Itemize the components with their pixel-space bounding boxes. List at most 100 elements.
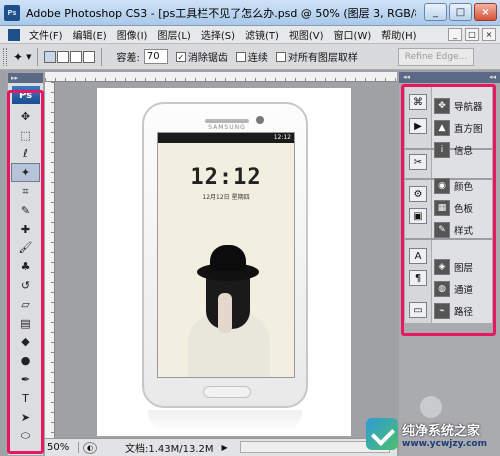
- tools-panel-header[interactable]: ▸▸: [8, 73, 43, 83]
- anti-alias-checkbox[interactable]: ✓ 消除锯齿: [175, 49, 228, 64]
- divider: [101, 47, 103, 66]
- menu-layer[interactable]: 图层(L): [152, 27, 195, 42]
- menu-select[interactable]: 选择(S): [196, 27, 240, 42]
- selection-mode-group: [44, 50, 96, 63]
- type-tool[interactable]: T: [8, 389, 43, 408]
- menu-image[interactable]: 图像(I): [112, 27, 153, 42]
- collapse-strip-icon[interactable]: ◂◂: [403, 72, 410, 83]
- crop-tool[interactable]: ⌗: [8, 182, 43, 201]
- sample-all-layers-checkbox[interactable]: 对所有图层取样: [275, 49, 358, 64]
- doc-close-button[interactable]: ×: [482, 28, 496, 41]
- phone-camera: [256, 116, 264, 124]
- move-tool[interactable]: ✥: [8, 107, 43, 126]
- hat-crown: [210, 245, 246, 271]
- menu-view[interactable]: 视图(V): [284, 27, 329, 42]
- paragraph-icon[interactable]: ¶: [409, 270, 427, 286]
- phone-status-time: 12:12: [158, 133, 294, 143]
- menu-edit[interactable]: 编辑(E): [68, 27, 112, 42]
- menu-help[interactable]: 帮助(H): [376, 27, 421, 42]
- minimize-button[interactable]: _: [424, 3, 447, 21]
- phone-home-button: [203, 386, 251, 398]
- panel-label: 样式: [454, 226, 474, 237]
- tolerance-input[interactable]: 70: [143, 49, 168, 64]
- checkbox-unchecked[interactable]: [235, 51, 246, 62]
- blur-tool[interactable]: ◆: [8, 333, 43, 352]
- options-bar: ✦ ▼ 容差: 70 ✓ 消除锯齿 连续 对所有图层取样 Refine Edge…: [0, 44, 500, 70]
- layer-comps-icon[interactable]: ▣: [409, 208, 427, 224]
- lasso-tool[interactable]: ℓ: [8, 145, 43, 164]
- photoshop-logo[interactable]: Ps: [11, 86, 40, 104]
- panel-label: 颜色: [454, 182, 474, 193]
- woman-arm: [218, 293, 232, 333]
- healing-brush-tool[interactable]: ✚: [8, 220, 43, 239]
- swatches-icon: ▦: [434, 200, 450, 216]
- info-icon: i: [434, 142, 450, 158]
- notes-icon[interactable]: ▭: [409, 302, 427, 318]
- zoom-level[interactable]: 50%: [45, 442, 79, 453]
- slice-tool[interactable]: ✎: [8, 201, 43, 220]
- refine-edge-button[interactable]: Refine Edge...: [398, 48, 474, 66]
- panel-styles[interactable]: ✎ 样式: [434, 219, 473, 241]
- panel-navigator[interactable]: ✥ 导航器: [434, 95, 483, 117]
- panel-label: 导航器: [454, 102, 483, 113]
- horizontal-ruler[interactable]: [45, 72, 397, 82]
- collapse-panels-icon[interactable]: ◂◂: [489, 72, 496, 83]
- options-grip[interactable]: [3, 47, 7, 66]
- panel-layers[interactable]: ◈ 图层: [434, 256, 473, 278]
- subtract-selection-button[interactable]: [70, 50, 83, 63]
- contiguous-checkbox[interactable]: 连续: [235, 49, 268, 64]
- phone-image: SAMSUNG 12:12 12:12 12月12日 星期四: [142, 102, 308, 408]
- eraser-tool[interactable]: ▱: [8, 295, 43, 314]
- panel-label: 图层: [454, 263, 474, 274]
- add-selection-button[interactable]: [57, 50, 70, 63]
- panel-paths[interactable]: ⌁ 路径: [434, 300, 473, 322]
- menu-bar: 文件(F) 编辑(E) 图像(I) 图层(L) 选择(S) 滤镜(T) 视图(V…: [0, 26, 500, 44]
- checkbox-checked[interactable]: ✓: [175, 51, 186, 62]
- navigator-icon[interactable]: ◐: [83, 441, 97, 454]
- intersect-selection-button[interactable]: [83, 50, 96, 63]
- path-selection-tool[interactable]: ➤: [8, 408, 43, 427]
- pen-tool[interactable]: ✒: [8, 370, 43, 389]
- brush-tool[interactable]: 🖌: [8, 239, 43, 258]
- doc-restore-button[interactable]: □: [465, 28, 479, 41]
- histogram-icon: ▲: [434, 120, 450, 136]
- status-menu-arrow-icon[interactable]: ▶: [222, 443, 228, 452]
- dodge-tool[interactable]: ●: [8, 351, 43, 370]
- actions-icon[interactable]: ▶: [409, 118, 427, 134]
- brushes-icon[interactable]: ✂: [409, 154, 427, 170]
- watermark-url: www.ycwjzy.com: [402, 438, 487, 449]
- magic-wand-preset-icon[interactable]: ✦: [13, 50, 23, 64]
- close-button[interactable]: ×: [474, 3, 497, 21]
- magic-wand-tool[interactable]: ✦: [11, 163, 40, 183]
- shape-tool[interactable]: ⬭: [8, 427, 43, 446]
- vertical-ruler[interactable]: [45, 82, 55, 438]
- document-icon[interactable]: [8, 28, 20, 41]
- panel-color[interactable]: ◉ 颜色: [434, 175, 473, 197]
- panel-swatches[interactable]: ▦ 色板: [434, 197, 473, 219]
- clone-stamp-tool[interactable]: ♣: [8, 257, 43, 276]
- gradient-tool[interactable]: ▤: [8, 314, 43, 333]
- menu-file[interactable]: 文件(F): [24, 27, 68, 42]
- new-selection-button[interactable]: [44, 50, 57, 63]
- maximize-button[interactable]: □: [449, 3, 472, 21]
- panel-label: 直方图: [454, 124, 483, 135]
- chevron-down-icon[interactable]: ▼: [26, 53, 31, 61]
- character-icon[interactable]: A: [409, 248, 427, 264]
- clone-source-icon[interactable]: ⚙: [409, 186, 427, 202]
- navigator-panel-icon: ✥: [434, 98, 450, 114]
- doc-minimize-button[interactable]: _: [448, 28, 462, 41]
- marquee-tool[interactable]: ⬚: [8, 126, 43, 145]
- sample-all-layers-label: 对所有图层取样: [287, 53, 358, 64]
- tools-panel: ▸▸ Ps ✥ ⬚ ℓ ✦ ⌗ ✎ ✚ 🖌 ♣ ↺ ▱ ▤ ◆ ● ✒ T ➤ ⬭: [7, 72, 44, 456]
- checkbox-unchecked[interactable]: [275, 51, 286, 62]
- panel-dock-header[interactable]: ◂◂ ◂◂: [399, 72, 500, 83]
- panel-info[interactable]: i 信息: [434, 139, 473, 161]
- panel-histogram[interactable]: ▲ 直方图: [434, 117, 483, 139]
- panel-channels[interactable]: ◍ 通道: [434, 278, 473, 300]
- menu-window[interactable]: 窗口(W): [329, 27, 377, 42]
- window-title: Adobe Photoshop CS3 - [ps工具栏不见了怎么办.psd @…: [26, 6, 416, 20]
- tool-presets-icon[interactable]: ⌘: [409, 94, 427, 110]
- menu-filter[interactable]: 滤镜(T): [240, 27, 284, 42]
- channels-icon: ◍: [434, 281, 450, 297]
- history-brush-tool[interactable]: ↺: [8, 276, 43, 295]
